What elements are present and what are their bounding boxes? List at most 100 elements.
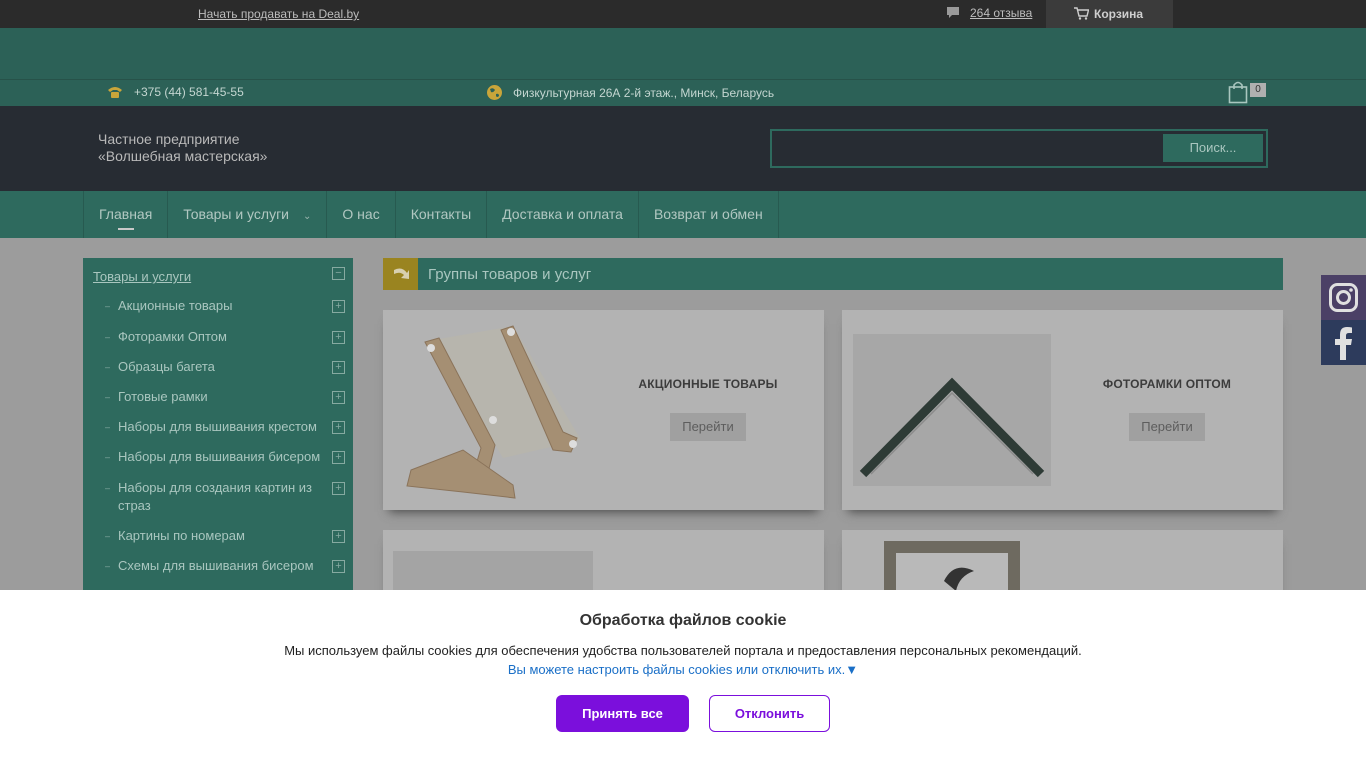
- go-button[interactable]: Перейти: [1129, 413, 1205, 441]
- dash-icon: –: [105, 483, 111, 493]
- section-title-bar: Группы товаров и услуг: [383, 258, 1283, 290]
- dash-icon: –: [105, 362, 111, 372]
- shopping-cart-icon: [1074, 7, 1089, 20]
- address-contact: Физкультурная 26А 2-й этаж., Минск, Бела…: [486, 84, 774, 101]
- address-text: Физкультурная 26А 2-й этаж., Минск, Бела…: [513, 85, 775, 100]
- nav-item-label: Доставка и оплата: [502, 206, 623, 222]
- card-title[interactable]: АКЦИОННЫЕ ТОВАРЫ: [608, 377, 808, 391]
- contact-band: +375 (44) 581-45-55 Физкультурная 26А 2-…: [0, 28, 1366, 106]
- sidebar-item-rhinestone-kits[interactable]: – Наборы для создания картин из страз: [105, 479, 325, 515]
- cookie-heading: Обработка файлов cookie: [579, 612, 787, 629]
- top-bar: Начать продавать на Deal.by 264 отзыва К…: [0, 0, 1366, 28]
- sidebar-item-label: Наборы для создания картин из страз: [118, 480, 312, 513]
- shopping-bag-icon: [1228, 81, 1248, 104]
- dash-icon: –: [105, 392, 111, 402]
- sidebar-item-label: Наборы для вышивания крестом: [118, 419, 317, 434]
- product-image[interactable]: [403, 320, 583, 500]
- facebook-button[interactable]: [1321, 320, 1366, 365]
- reviews-link-label: 264 отзыва: [970, 6, 1033, 20]
- sidebar-item-baguette-samples[interactable]: – Образцы багета: [105, 358, 325, 376]
- company-name[interactable]: Частное предприятие «Волшебная мастерска…: [98, 131, 267, 165]
- nav-item-home[interactable]: Главная: [84, 191, 169, 238]
- sidebar-item-label: Картины по номерам: [118, 528, 245, 543]
- cart-count-badge: 0: [1250, 83, 1266, 97]
- arrow-icon: [383, 258, 418, 290]
- phone-icon: [108, 87, 122, 98]
- sidebar-item-photoframes-wholesale[interactable]: – Фоторамки Оптом: [105, 328, 325, 346]
- instagram-icon: [1329, 283, 1358, 312]
- search-input[interactable]: [776, 135, 1162, 162]
- section-title: Группы товаров и услуг: [428, 266, 592, 283]
- nav-item-products[interactable]: Товары и услуги ⌄: [168, 191, 328, 238]
- expand-icon[interactable]: +: [332, 331, 345, 344]
- nav-item-label: О нас: [342, 206, 380, 222]
- nav-item-delivery[interactable]: Доставка и оплата: [487, 191, 639, 238]
- chevron-down-icon: ⌄: [303, 211, 312, 222]
- instagram-button[interactable]: [1321, 275, 1366, 320]
- nav-item-label: Товары и услуги: [183, 206, 289, 222]
- sidebar-item-label: Фоторамки Оптом: [118, 329, 227, 344]
- divider: [0, 79, 1366, 80]
- site-header: Частное предприятие «Волшебная мастерска…: [0, 106, 1366, 191]
- sidebar-item-label: Готовые рамки: [118, 389, 208, 404]
- nav-item-label: Возврат и обмен: [653, 206, 763, 222]
- dash-icon: –: [105, 452, 111, 462]
- dash-icon: –: [105, 561, 111, 571]
- dash-icon: –: [105, 301, 111, 311]
- sidebar-item-label: Наборы для вышивания бисером: [118, 449, 321, 464]
- start-selling-link[interactable]: Начать продавать на Deal.by: [198, 7, 359, 21]
- cookie-banner: Обработка файлов cookie Мы используем фа…: [0, 590, 1366, 768]
- dash-icon: –: [105, 422, 111, 432]
- category-card-photoframes: ФОТОРАМКИ ОПТОМ Перейти: [842, 310, 1283, 510]
- reviews-link[interactable]: 264 отзыва: [946, 6, 1032, 20]
- main-navigation: Главная Товары и услуги ⌄ О нас Контакты …: [0, 191, 1366, 238]
- go-button[interactable]: Перейти: [670, 413, 746, 441]
- phone-contact[interactable]: +375 (44) 581-45-55: [106, 84, 244, 100]
- sidebar-item-label: Акционные товары: [118, 298, 233, 313]
- category-card-promo: АКЦИОННЫЕ ТОВАРЫ Перейти: [383, 310, 824, 510]
- comment-icon: [947, 7, 959, 18]
- nav-item-returns[interactable]: Возврат и обмен: [639, 191, 779, 238]
- nav-item-label: Контакты: [410, 206, 472, 222]
- expand-icon[interactable]: +: [332, 421, 345, 434]
- search-button[interactable]: Поиск...: [1163, 134, 1263, 162]
- search-form: Поиск...: [770, 129, 1268, 168]
- expand-icon[interactable]: +: [332, 560, 345, 573]
- sidebar-item-ready-frames[interactable]: – Готовые рамки: [105, 388, 325, 406]
- sidebar-item-label: Схемы для вышивания бисером: [118, 558, 314, 573]
- mini-cart[interactable]: 0: [1228, 80, 1266, 109]
- sidebar-item-bead-schemes[interactable]: – Схемы для вышивания бисером: [105, 557, 325, 575]
- cart-button-label: Корзина: [1094, 7, 1144, 21]
- nav-item-about[interactable]: О нас: [327, 191, 396, 238]
- sidebar-item-promo[interactable]: – Акционные товары: [105, 297, 325, 315]
- company-name-line-1: Частное предприятие: [98, 131, 240, 147]
- sidebar-item-bead-kits[interactable]: – Наборы для вышивания бисером: [105, 448, 325, 466]
- facebook-icon: [1335, 327, 1352, 360]
- expand-icon[interactable]: +: [332, 361, 345, 374]
- expand-icon[interactable]: +: [332, 530, 345, 543]
- globe-icon: [487, 85, 502, 100]
- accept-all-button[interactable]: Принять все: [556, 695, 689, 732]
- dash-icon: –: [105, 531, 111, 541]
- cookie-settings-link[interactable]: Вы можете настроить файлы cookies или от…: [0, 662, 1366, 677]
- cart-button[interactable]: Корзина: [1046, 0, 1173, 28]
- phone-number: +375 (44) 581-45-55: [134, 85, 244, 99]
- expand-icon[interactable]: +: [332, 391, 345, 404]
- product-image[interactable]: [853, 334, 1051, 486]
- expand-icon[interactable]: +: [332, 451, 345, 464]
- sidebar-item-paint-by-numbers[interactable]: – Картины по номерам: [105, 527, 325, 545]
- nav-item-contacts[interactable]: Контакты: [396, 191, 488, 238]
- decline-button[interactable]: Отклонить: [709, 695, 830, 732]
- dash-icon: –: [105, 332, 111, 342]
- category-sidebar: Товары и услуги − – Акционные товары + – Ф…: [83, 258, 353, 598]
- sidebar-heading-link[interactable]: Товары и услуги: [93, 269, 191, 284]
- sidebar-item-cross-stitch-kits[interactable]: – Наборы для вышивания крестом: [105, 418, 325, 436]
- cookie-text: Мы используем файлы cookies для обеспече…: [284, 643, 1082, 658]
- expand-icon[interactable]: +: [332, 482, 345, 495]
- expand-icon[interactable]: +: [332, 300, 345, 313]
- nav-item-label: Главная: [99, 206, 153, 222]
- card-title[interactable]: ФОТОРАМКИ ОПТОМ: [1067, 377, 1267, 391]
- company-name-line-2: «Волшебная мастерская»: [98, 148, 268, 164]
- collapse-icon[interactable]: −: [332, 267, 345, 280]
- sidebar-item-label: Образцы багета: [118, 359, 215, 374]
